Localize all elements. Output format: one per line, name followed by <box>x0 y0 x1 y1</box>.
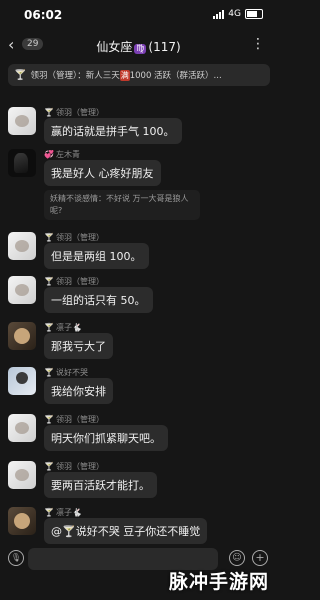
status-time: 06:02 <box>24 8 63 22</box>
hot-badge: 满 <box>119 70 130 81</box>
admin-icon: 🍸 <box>44 508 54 517</box>
pinned-notice[interactable]: 🍸 领羽（管理）：新人三天满1000 活跃（群活跃）... <box>8 64 270 86</box>
message-bubble[interactable]: 那我亏大了 <box>44 333 113 359</box>
battery-icon <box>245 9 263 19</box>
sender-name: 💞 左木青 <box>44 150 80 159</box>
group-title: 仙女座 ♍ (117) <box>0 38 277 55</box>
admin-icon: 🍸 <box>44 323 54 332</box>
sender-name: 🍸 领羽（管理） <box>44 415 104 424</box>
chat-header: ‹ 29 仙女座 ♍ (117) ⋮ <box>0 30 277 62</box>
sender-name: 🍸 凛子🐇 <box>44 508 82 517</box>
admin-icon: 🍸 <box>44 233 54 242</box>
avatar[interactable] <box>8 322 36 350</box>
group-name: 仙女座 <box>96 40 133 54</box>
sender-name: 🍸 领羽（管理） <box>44 108 104 117</box>
message-bubble[interactable]: 赢的话就是拼手气 100。 <box>44 118 182 144</box>
member-count: (117) <box>148 40 181 54</box>
status-right: 4G <box>213 9 263 19</box>
message-bubble[interactable]: 要两百活跃才能打。 <box>44 472 157 498</box>
avatar[interactable] <box>8 461 36 489</box>
admin-icon: 🍸 <box>44 108 54 117</box>
sender-name: 🍸 领羽（管理） <box>44 233 104 242</box>
heart-icon: 💞 <box>44 150 54 159</box>
sender-name: 🍸 领羽（管理） <box>44 277 104 286</box>
avatar[interactable] <box>8 276 36 304</box>
avatar[interactable] <box>8 367 36 395</box>
quoted-reply[interactable]: 妖精不谈感情：不好说 万一大哥是狼人呢? <box>44 190 200 220</box>
sender-name: 🍸 凛子🐇 <box>44 323 82 332</box>
message-bubble[interactable]: 我是好人 心疼好朋友 <box>44 160 161 186</box>
plus-icon[interactable]: + <box>252 550 268 566</box>
admin-icon: 🍸 <box>44 462 54 471</box>
notice-text: 领羽（管理）：新人三天满1000 活跃（群活跃）... <box>30 70 222 81</box>
message-bubble[interactable]: 我给你安排 <box>44 378 113 404</box>
admin-icon: 🍸 <box>44 415 54 424</box>
sender-name: 🍸 说好不哭 <box>44 368 88 377</box>
watermark: 脉冲手游网 <box>168 571 269 593</box>
network-type: 4G <box>228 9 241 19</box>
message-bubble[interactable]: 明天你们抓紧聊天吧。 <box>44 425 168 451</box>
more-menu-icon[interactable]: ⋮ <box>251 36 265 52</box>
avatar[interactable] <box>8 414 36 442</box>
voice-icon[interactable]: 🎙 <box>8 550 24 566</box>
avatar[interactable] <box>8 107 36 135</box>
sender-name: 🍸 领羽（管理） <box>44 462 104 471</box>
signal-icon <box>213 9 225 19</box>
avatar[interactable] <box>8 232 36 260</box>
avatar[interactable] <box>8 507 36 535</box>
zodiac-icon: ♍ <box>134 44 147 54</box>
status-bar: 06:02 4G <box>0 0 277 30</box>
admin-icon: 🍸 <box>44 368 54 377</box>
emoji-icon[interactable]: ☺ <box>229 550 245 566</box>
admin-icon: 🍸 <box>44 277 54 286</box>
trophy-icon: 🍸 <box>14 69 27 81</box>
avatar[interactable] <box>8 149 36 177</box>
message-bubble[interactable]: 一组的话只有 50。 <box>44 287 153 313</box>
message-bubble[interactable]: 但是是两组 100。 <box>44 243 149 269</box>
message-bubble[interactable]: @🍸说好不哭 豆子你还不睡觉 <box>44 518 208 544</box>
